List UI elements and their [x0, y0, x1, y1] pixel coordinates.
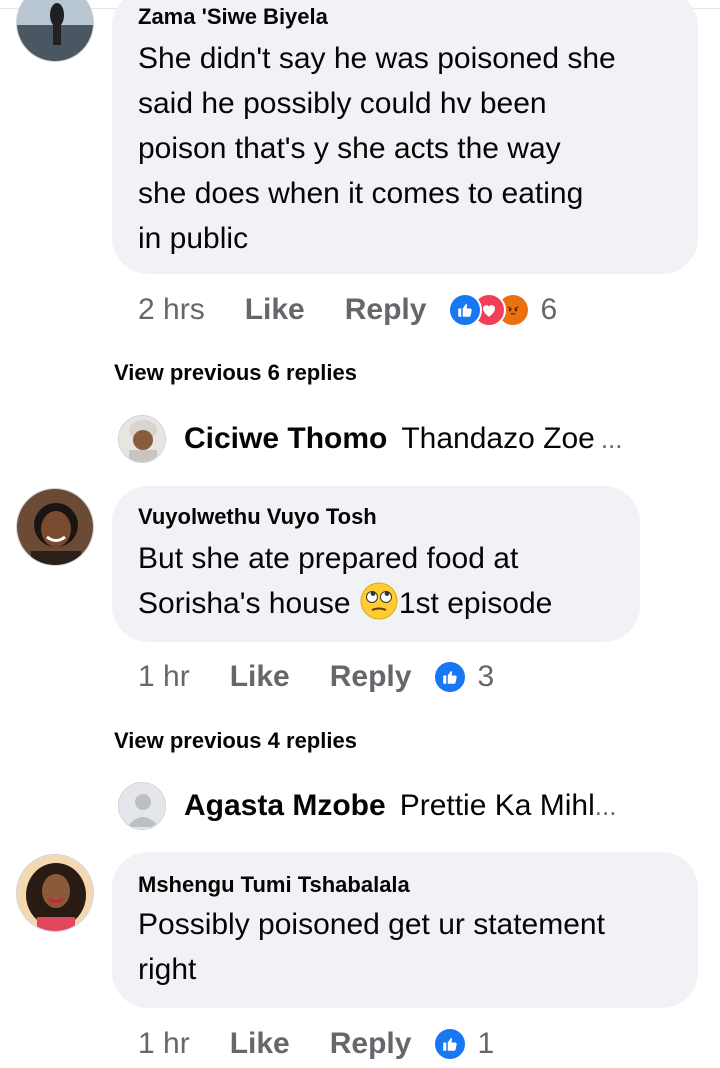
reply-preview[interactable]: Agasta Mzobe Prettie Ka Mihl ... [118, 781, 616, 831]
avatar[interactable] [16, 854, 94, 932]
reply-button[interactable]: Reply [345, 293, 427, 327]
timestamp[interactable]: 2 hrs [138, 293, 205, 327]
reaction-count: 6 [540, 293, 558, 326]
comment-text: She didn't say he was poisoned she said … [138, 42, 616, 255]
ellipsis: ... [594, 790, 617, 821]
like-button[interactable]: Like [245, 293, 305, 327]
avatar[interactable] [118, 415, 166, 463]
reply-author[interactable]: Agasta Mzobe [184, 789, 386, 823]
like-button[interactable]: Like [230, 1027, 290, 1061]
reply-button[interactable]: Reply [330, 660, 412, 694]
comment-bubble: Zama 'Siwe Biyela She didn't say he was … [112, 0, 698, 274]
comment-author[interactable]: Zama 'Siwe Biyela [138, 4, 674, 30]
avatar-photo [17, 855, 93, 931]
reaction-count: 3 [477, 660, 495, 693]
timestamp[interactable]: 1 hr [138, 1027, 190, 1061]
avatar[interactable] [118, 782, 166, 830]
reply-text: Prettie Ka Mihl [399, 789, 595, 822]
reply-text: Thandazo Zoe [401, 422, 595, 455]
avatar-photo [17, 0, 93, 61]
comment-meta: 1 hr Like Reply 3 [138, 657, 494, 697]
default-avatar-icon [119, 783, 165, 829]
comment-author[interactable]: Vuyolwethu Vuyo Tosh [138, 504, 616, 530]
like-icon[interactable] [433, 660, 468, 694]
avatar-photo [17, 489, 93, 565]
comment-text: Possibly poisoned get ur statement right [138, 908, 605, 986]
like-icon[interactable] [433, 1027, 468, 1061]
reply-author[interactable]: Ciciwe Thomo [184, 422, 387, 456]
avatar[interactable] [16, 488, 94, 566]
avatar[interactable] [16, 0, 94, 62]
timestamp[interactable]: 1 hr [138, 660, 190, 694]
reaction-count: 1 [477, 1027, 495, 1060]
avatar-photo [119, 416, 165, 462]
ellipsis: ... [600, 423, 623, 454]
comment-meta: 2 hrs Like Reply 6 [138, 290, 557, 330]
view-previous-replies[interactable]: View previous 4 replies [114, 728, 357, 754]
reactions[interactable] [448, 293, 531, 327]
eye-roll-emoji-icon [360, 582, 398, 620]
comment-author[interactable]: Mshengu Tumi Tshabalala [138, 872, 674, 898]
reply-preview[interactable]: Ciciwe Thomo Thandazo Zoe ... [118, 414, 623, 464]
reply-button[interactable]: Reply [330, 1027, 412, 1061]
comment-text: But she ate prepared food at Sorisha's h… [138, 542, 553, 620]
view-previous-replies[interactable]: View previous 6 replies [114, 360, 357, 386]
comment-meta: 1 hr Like Reply 1 [138, 1024, 494, 1064]
comment-bubble: Mshengu Tumi Tshabalala Possibly poisone… [112, 852, 698, 1008]
comment-bubble: Vuyolwethu Vuyo Tosh But she ate prepare… [112, 486, 640, 642]
like-button[interactable]: Like [230, 660, 290, 694]
